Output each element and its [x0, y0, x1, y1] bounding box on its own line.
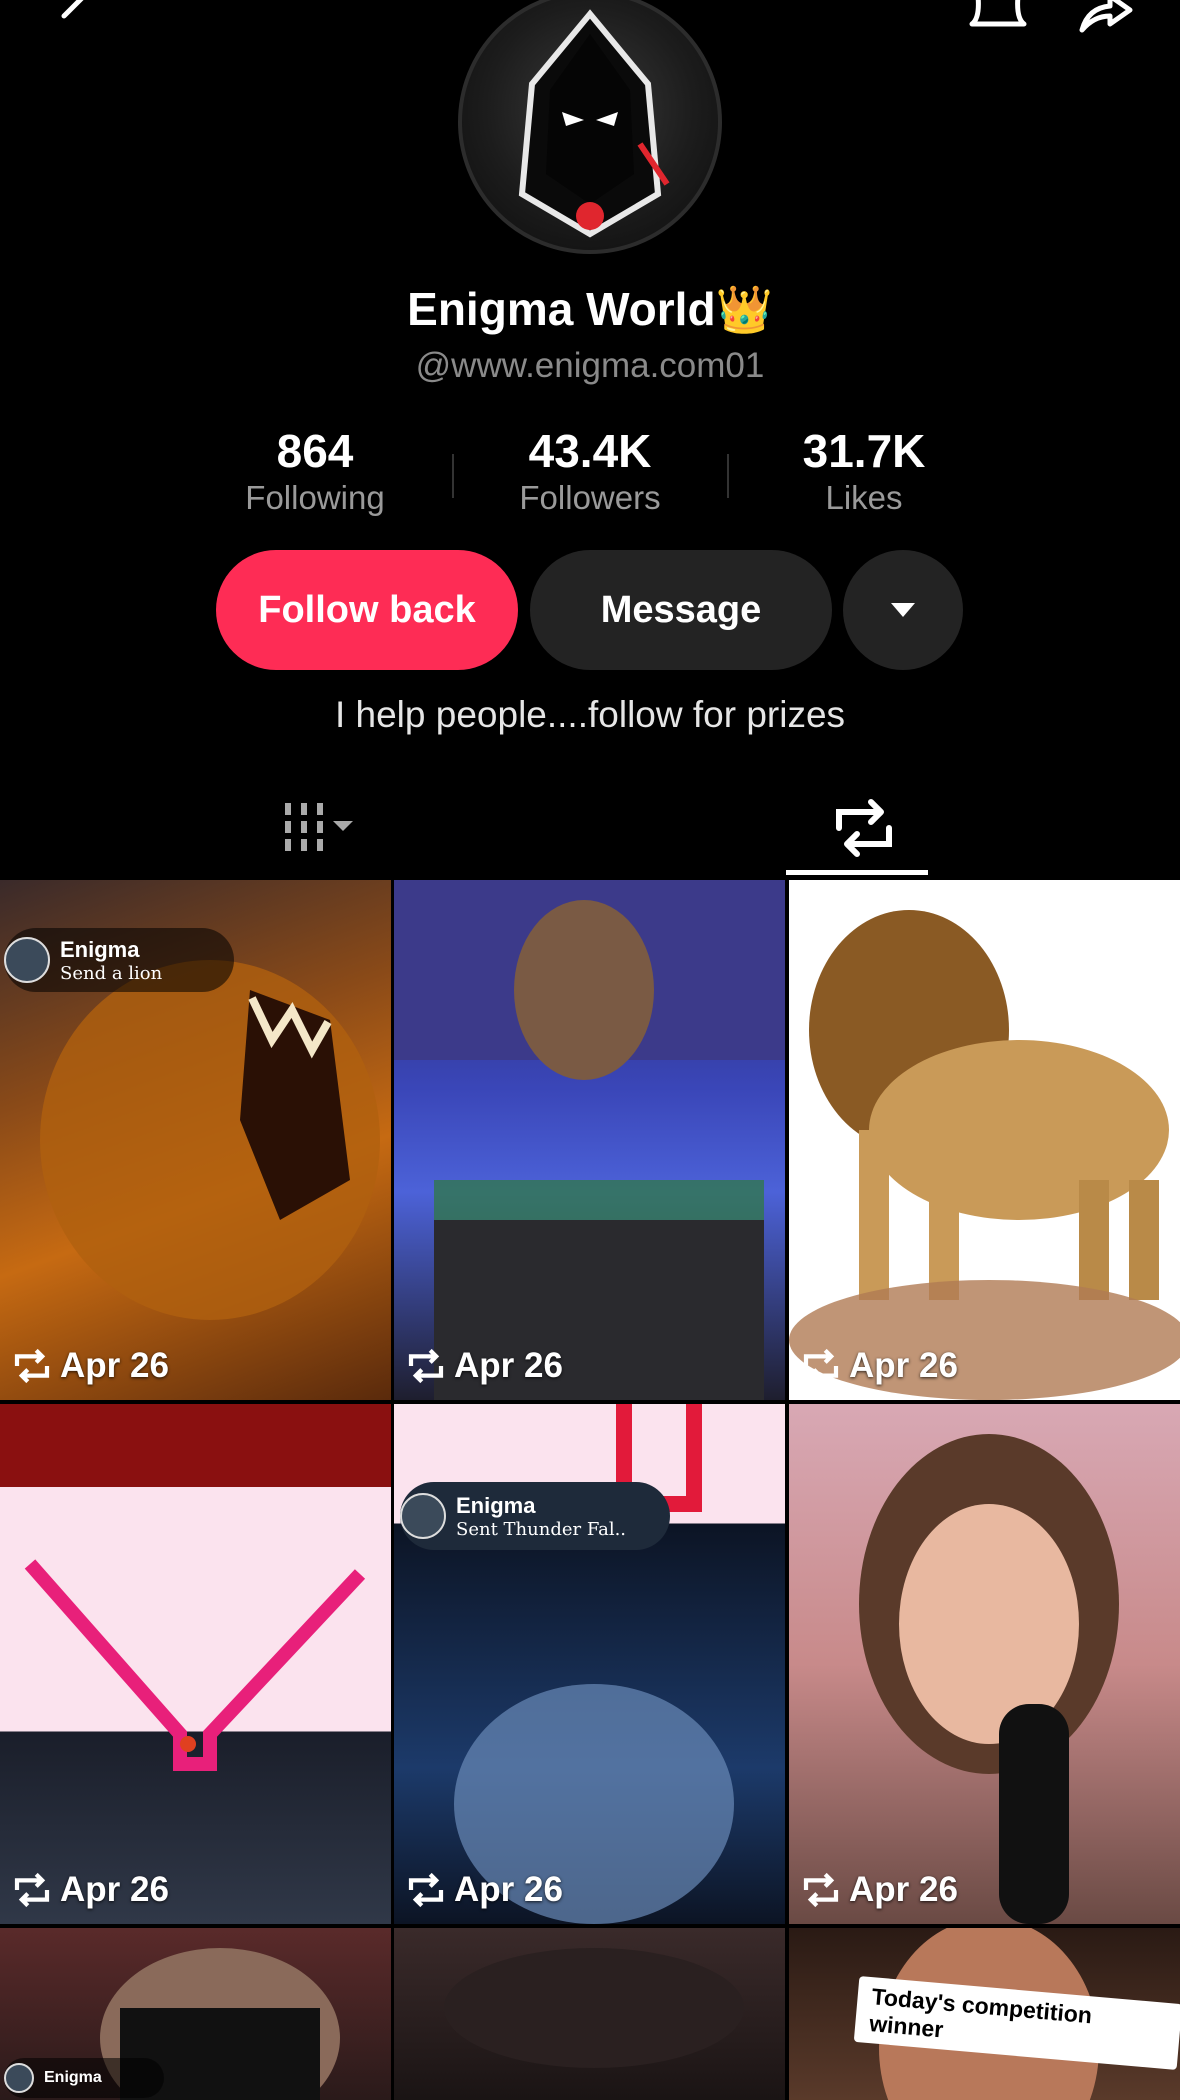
stat-divider: [727, 454, 729, 498]
date-label: Apr 26: [60, 1346, 169, 1385]
stat-value: 43.4K: [528, 425, 652, 477]
avatar: [400, 1493, 446, 1539]
video-thumbnail[interactable]: Enigma: [0, 1928, 391, 2100]
videos-grid-icon: [285, 803, 353, 851]
stat-following[interactable]: 864 Following: [195, 424, 435, 518]
video-thumbnail[interactable]: Enigma Send a lion Apr 26: [0, 880, 391, 1400]
stat-followers[interactable]: 43.4K Followers: [470, 424, 710, 518]
profile-stats: 864 Following 43.4K Followers 31.7K Like…: [0, 424, 1180, 524]
repost-icon: [408, 1872, 444, 1908]
video-thumbnail[interactable]: [394, 1928, 785, 2100]
stat-divider: [452, 454, 454, 498]
tab-reposts[interactable]: [786, 780, 942, 876]
date-label: Apr 26: [454, 1870, 563, 1909]
repost-icon: [408, 1348, 444, 1384]
repost-date: Apr 26: [801, 1870, 958, 1910]
video-thumbnail[interactable]: Enigma Sent Thunder Fal.. Apr 26: [394, 1404, 785, 1924]
repost-icon: [803, 1872, 839, 1908]
video-thumbnail[interactable]: Apr 26: [789, 880, 1180, 1400]
repost-date: Apr 26: [406, 1346, 563, 1386]
date-label: Apr 26: [849, 1346, 958, 1385]
repost-date: Apr 26: [12, 1870, 169, 1910]
gift-notification: Enigma: [4, 2058, 164, 2098]
repost-icon: [14, 1872, 50, 1908]
profile-handle: @www.enigma.com01: [415, 346, 765, 385]
more-options-button[interactable]: [843, 550, 963, 670]
caret-down-icon: [891, 603, 915, 617]
tab-selected-indicator: [786, 870, 928, 875]
avatar: [4, 2063, 34, 2093]
stat-label: Followers: [519, 479, 661, 516]
video-thumbnail[interactable]: Apr 26: [394, 880, 785, 1400]
repost-date: Apr 26: [12, 1346, 169, 1386]
repost-date: Apr 26: [406, 1870, 563, 1910]
avatar: [4, 937, 50, 983]
profile-name: Enigma World👑: [407, 283, 773, 335]
streamer-portrait-image: [859, 1434, 1119, 1924]
hooded-figure-icon: [518, 9, 670, 238]
game-stream-image: [24, 1559, 366, 1771]
tab-videos[interactable]: [230, 780, 410, 876]
car-interior-image: [444, 1948, 744, 2068]
stat-value: 31.7K: [802, 425, 926, 477]
video-grid: Enigma Send a lion Apr 26 Apr 26 Apr 26 …: [0, 880, 1180, 2100]
follow-back-button[interactable]: Follow back: [216, 550, 518, 670]
content-tabs: [0, 780, 1180, 876]
date-label: Apr 26: [454, 1346, 563, 1385]
share-icon[interactable]: [1074, 0, 1134, 34]
profile-bio: I help people....follow for prizes: [334, 694, 846, 735]
gift-notification: Enigma Send a lion: [4, 928, 234, 992]
repost-icon: [836, 799, 892, 857]
stat-label: Likes: [825, 479, 903, 516]
gift-notification: Enigma Sent Thunder Fal..: [400, 1482, 670, 1550]
bell-icon[interactable]: [968, 0, 1028, 34]
gift-message: Send a lion: [60, 962, 163, 984]
stat-value: 864: [276, 425, 354, 477]
profile-page: Enigma World👑 @www.enigma.com01 864 Foll…: [0, 0, 1180, 2100]
message-button[interactable]: Message: [530, 550, 832, 670]
date-label: Apr 26: [849, 1870, 958, 1909]
stat-likes[interactable]: 31.7K Likes: [744, 424, 984, 518]
gift-sender: Enigma: [456, 1492, 536, 1518]
avatar[interactable]: [458, 0, 722, 254]
date-label: Apr 26: [60, 1870, 169, 1909]
stream-screenshot-image: [394, 880, 785, 1400]
gift-sender: Enigma: [60, 936, 140, 962]
gift-message: Sent Thunder Fal..: [456, 1518, 627, 1540]
video-thumbnail[interactable]: Apr 26: [0, 1404, 391, 1924]
video-thumbnail[interactable]: Apr 26: [789, 1404, 1180, 1924]
repost-icon: [14, 1348, 50, 1384]
gift-sender: Enigma: [44, 2069, 102, 2086]
standing-lion-image: [789, 910, 1180, 1400]
back-arrow-icon[interactable]: [52, 0, 98, 40]
stat-label: Following: [245, 479, 385, 516]
repost-date: Apr 26: [801, 1346, 958, 1386]
repost-icon: [803, 1348, 839, 1384]
